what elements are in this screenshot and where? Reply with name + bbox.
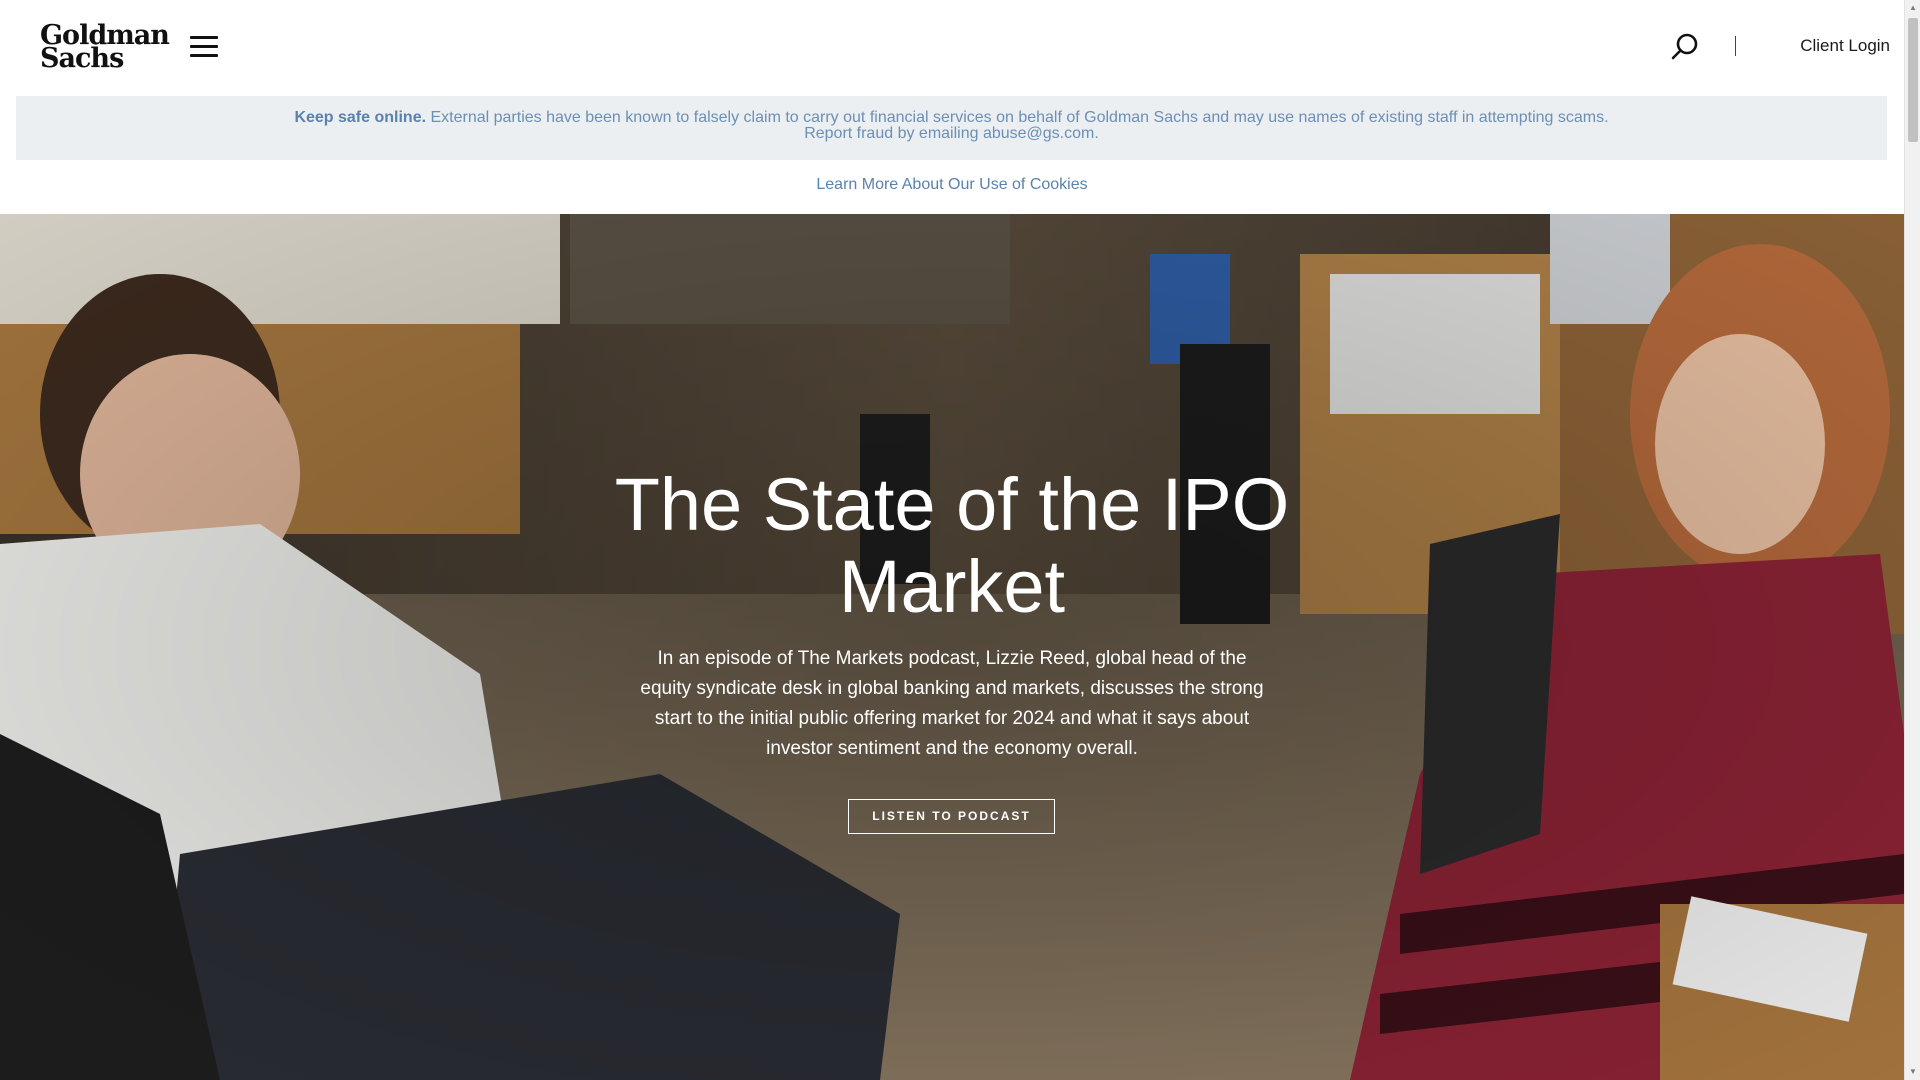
alert-strong: Keep safe online. [294, 109, 427, 126]
cookies-link[interactable]: Learn More About Our Use of Cookies [0, 176, 1904, 194]
scrollbar-thumb[interactable] [1908, 18, 1918, 142]
page-scrollbar[interactable]: ▲ ▼ [1904, 0, 1920, 1080]
fraud-alert-banner: Keep safe online. External parties have … [16, 96, 1887, 160]
alert-line-2: Report fraud by emailing abuse@gs.com. [804, 125, 1099, 142]
scroll-up-arrow-icon[interactable]: ▲ [1905, 0, 1920, 16]
hero-title: The State of the IPO Market [614, 463, 1290, 628]
page: Goldman Sachs Client Login Keep safe onl… [0, 0, 1904, 1080]
alert-line-1: Keep safe online. External parties have … [16, 110, 1887, 126]
header-divider [1735, 36, 1736, 56]
client-login-link[interactable]: Client Login [1760, 36, 1890, 56]
site-header: Goldman Sachs Client Login [0, 0, 1904, 96]
hero-description: In an episode of The Markets podcast, Li… [640, 648, 1264, 759]
goldman-sachs-logo[interactable]: Goldman Sachs [40, 22, 170, 72]
scroll-down-arrow-icon[interactable]: ▼ [1905, 1064, 1920, 1080]
hamburger-menu-icon[interactable] [190, 34, 218, 60]
alert-text: External parties have been known to fals… [430, 109, 1609, 126]
hero-section: The State of the IPO Market In an episod… [0, 214, 1904, 1080]
search-icon[interactable] [1670, 32, 1700, 62]
listen-to-podcast-button[interactable]: LISTEN TO PODCAST [848, 799, 1055, 834]
